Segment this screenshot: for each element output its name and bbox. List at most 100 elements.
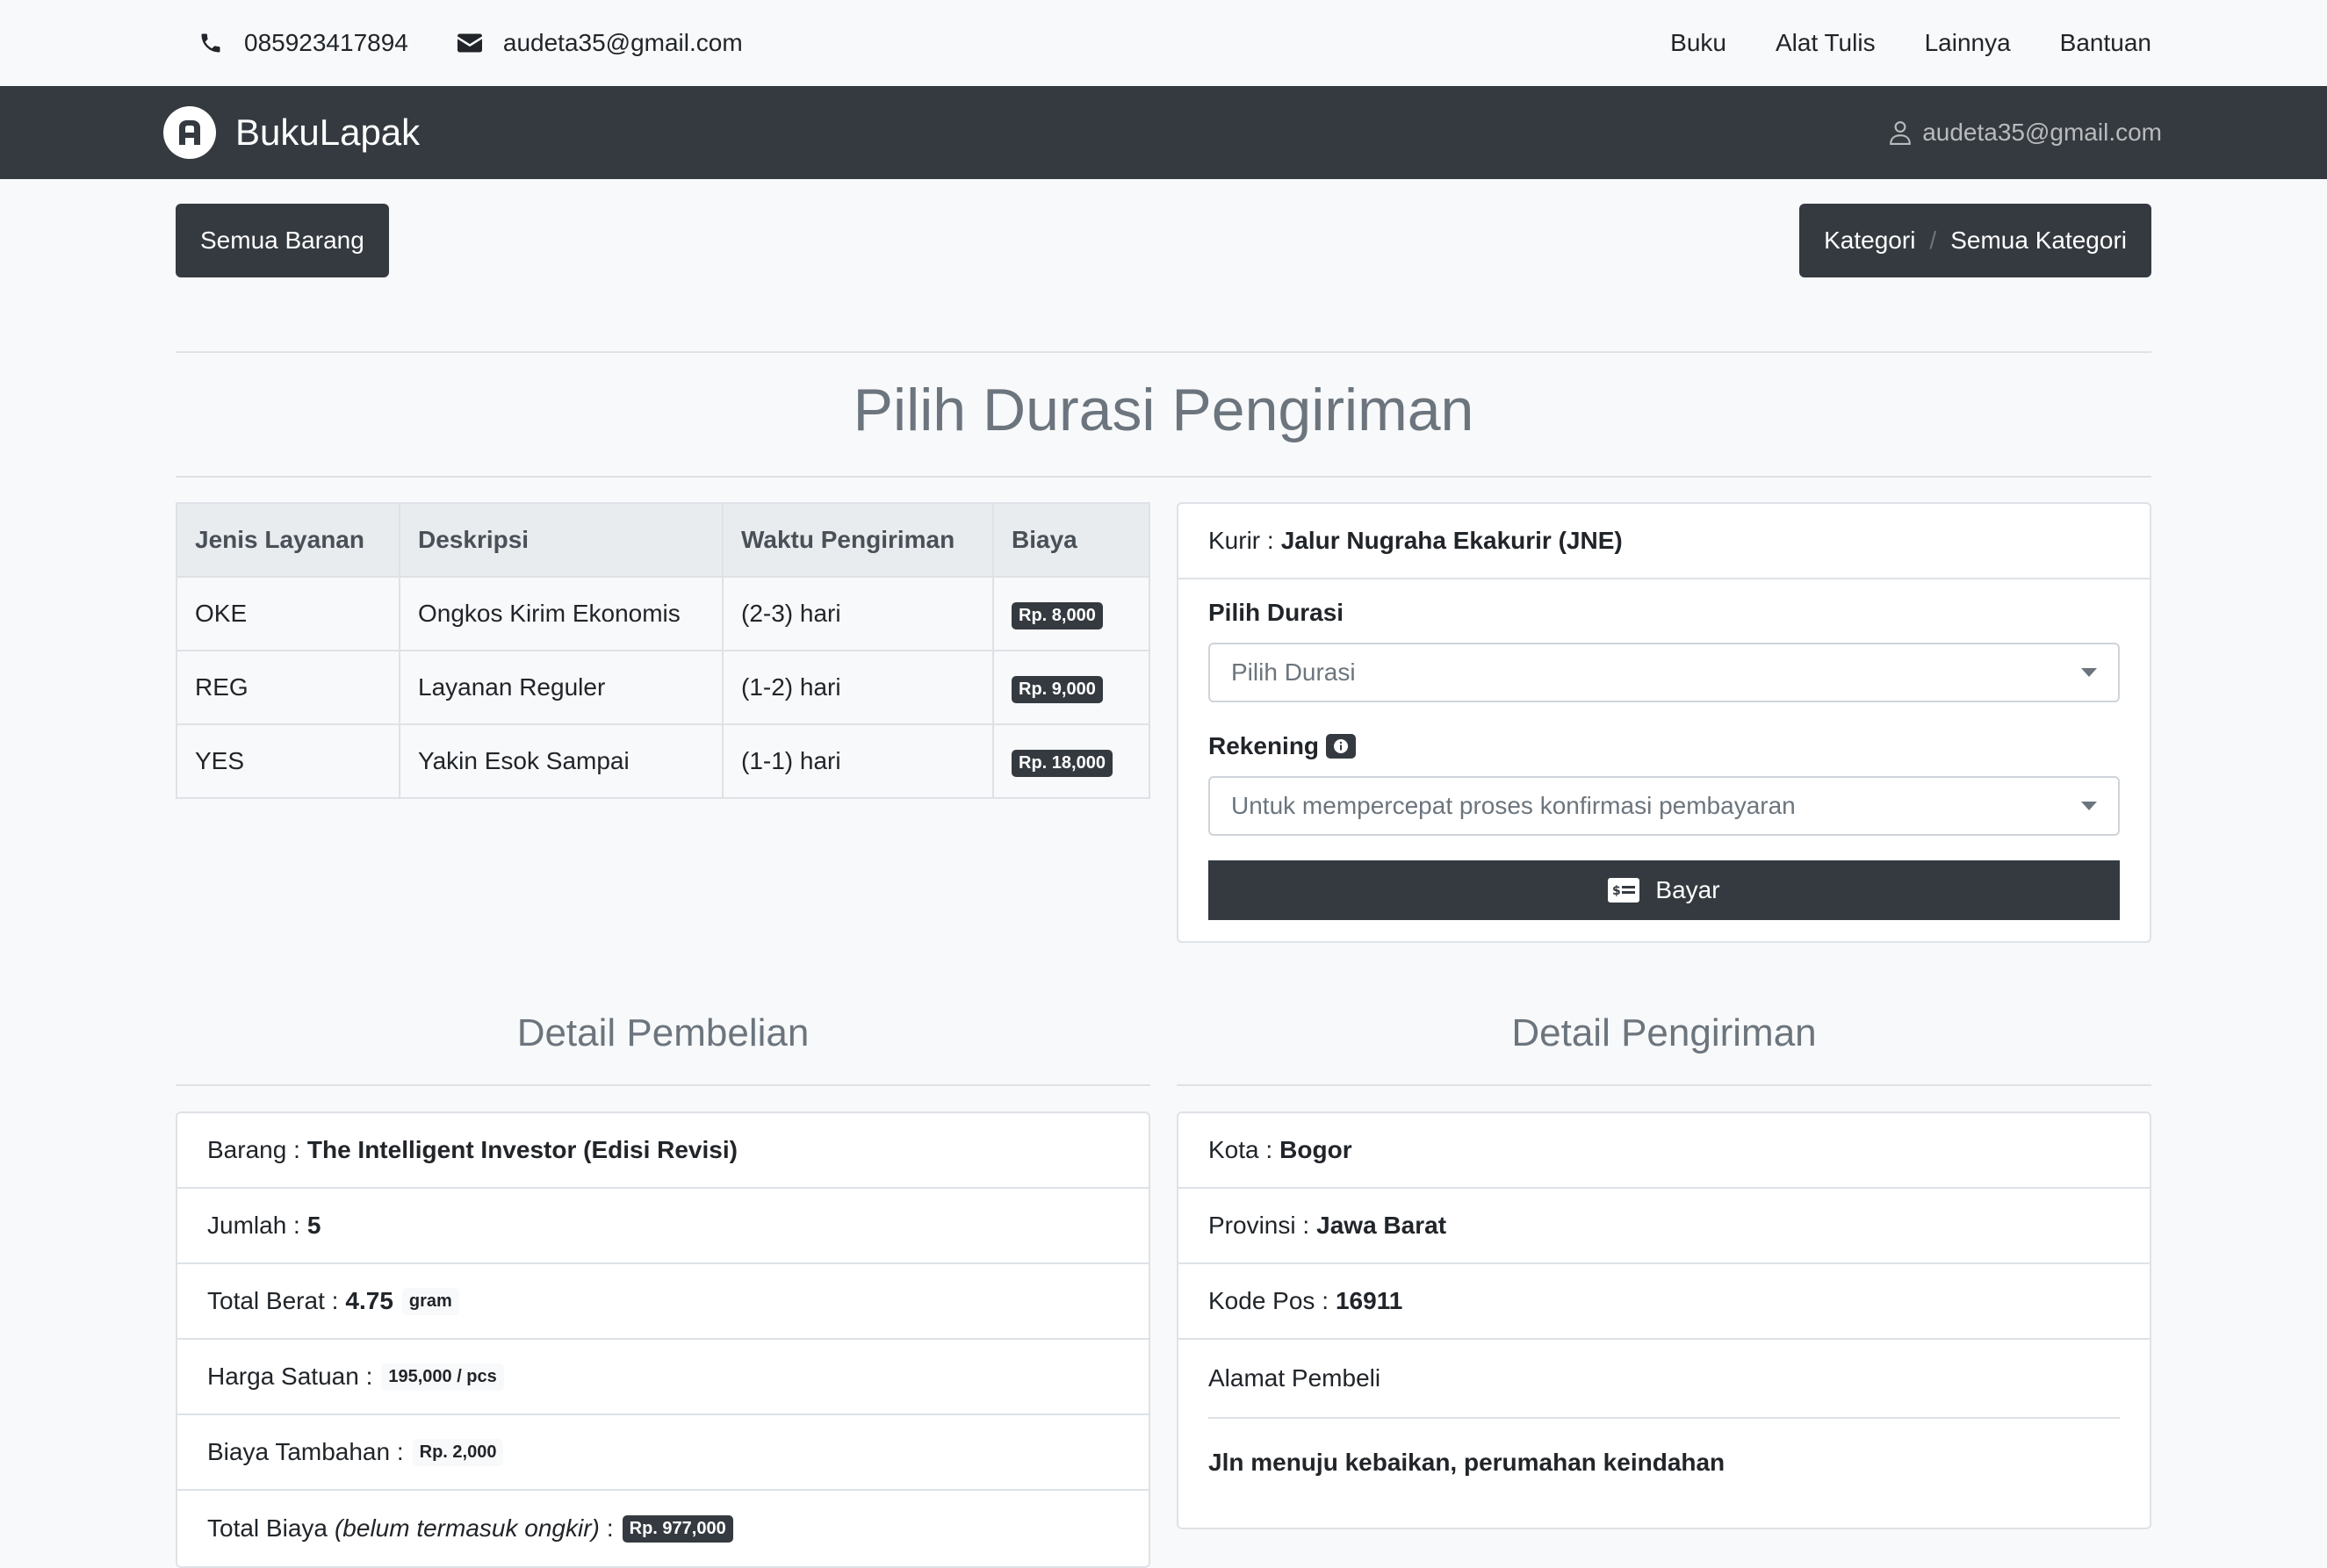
list-item: Provinsi : Jawa Barat <box>1178 1189 2150 1264</box>
top-contact-bar: 085923417894 audeta35@gmail.com Buku Ala… <box>0 0 2327 86</box>
courier-row: Kurir : Jalur Nugraha Ekakurir (JNE) <box>1178 504 2150 579</box>
address-value: Jln menuju kebaikan, perumahan keindahan <box>1208 1449 1725 1476</box>
account-label: Rekening <box>1208 732 1320 759</box>
cost-badge: Rp. 18,000 <box>1012 749 1113 777</box>
item-label: Barang : <box>207 1136 300 1163</box>
money-check-icon: $ <box>1608 878 1640 903</box>
duration-select-placeholder: Pilih Durasi <box>1231 658 1356 686</box>
all-items-button[interactable]: Semua Barang <box>176 204 389 277</box>
breadcrumb-kategori[interactable]: Kategori <box>1824 227 1915 255</box>
qty-value: 5 <box>306 1212 321 1239</box>
user-icon <box>1890 121 1912 145</box>
total-label: Total Biaya <box>207 1514 328 1542</box>
main-navbar: BukuLapak audeta35@gmail.com <box>0 86 2327 179</box>
email-contact: audeta35@gmail.com <box>457 29 743 57</box>
list-item: Harga Satuan : 195,000 / pcs <box>177 1340 1149 1415</box>
shipping-detail-card: Kota : Bogor Provinsi : Jawa Barat Kode … <box>1177 1111 2151 1529</box>
list-item: Total Biaya (belum termasuk ongkir) : Rp… <box>177 1491 1149 1566</box>
contact-info: 085923417894 audeta35@gmail.com <box>198 29 792 57</box>
total-badge: Rp. 977,000 <box>622 1514 733 1543</box>
item-value: The Intelligent Investor (Edisi Revisi) <box>306 1136 738 1163</box>
phone-number: 085923417894 <box>244 29 408 56</box>
table-row: YES Yakin Esok Sampai (1-1) hari Rp. 18,… <box>176 723 1150 799</box>
link-buku[interactable]: Buku <box>1670 29 1726 57</box>
table-row: REG Layanan Reguler (1-2) hari Rp. 9,000 <box>176 650 1150 725</box>
price-label: Harga Satuan : <box>207 1363 373 1390</box>
address-block: Alamat Pembeli Jln menuju kebaikan, peru… <box>1178 1340 2150 1507</box>
header-delivery-time: Waktu Pengiriman <box>722 502 994 578</box>
courier-label: Kurir : <box>1208 527 1274 554</box>
list-item: Total Berat : 4.75 gram <box>177 1264 1149 1340</box>
page-title: Pilih Durasi Pengiriman <box>853 377 1474 443</box>
svg-text:$: $ <box>1612 884 1621 898</box>
header-service: Jenis Layanan <box>176 502 400 578</box>
account-label-row: Rekening <box>1208 732 2120 760</box>
link-alat-tulis[interactable]: Alat Tulis <box>1776 29 1876 57</box>
province-value: Jawa Barat <box>1316 1212 1447 1239</box>
zip-value: 16911 <box>1335 1287 1403 1314</box>
link-bantuan[interactable]: Bantuan <box>2060 29 2151 57</box>
zip-label: Kode Pos : <box>1208 1287 1329 1314</box>
list-item: Biaya Tambahan : Rp. 2,000 <box>177 1415 1149 1491</box>
account-select[interactable]: Untuk mempercepat proses konfirmasi pemb… <box>1208 776 2120 836</box>
pay-button[interactable]: $ Bayar <box>1208 860 2120 920</box>
cell-service: YES <box>176 723 400 799</box>
account-select-placeholder: Untuk mempercepat proses konfirmasi pemb… <box>1231 792 1796 819</box>
city-value: Bogor <box>1279 1136 1352 1163</box>
weight-label: Total Berat : <box>207 1287 339 1314</box>
top-links: Buku Alat Tulis Lainnya Bantuan <box>1621 29 2151 57</box>
breadcrumb-semua-kategori[interactable]: Semua Kategori <box>1950 227 2127 255</box>
cell-service: OKE <box>176 576 400 651</box>
phone-icon <box>201 33 220 53</box>
list-item: Kota : Bogor <box>1178 1113 2150 1189</box>
address-label: Alamat Pembeli <box>1208 1340 2120 1419</box>
list-item: Kode Pos : 16911 <box>1178 1264 2150 1340</box>
user-menu[interactable]: audeta35@gmail.com <box>1889 119 2162 147</box>
chevron-down-icon <box>2081 668 2097 677</box>
info-icon[interactable] <box>1326 734 1357 759</box>
brand-name: BukuLapak <box>235 111 421 153</box>
courier-value: Jalur Nugraha Ekakurir (JNE) <box>1280 527 1623 554</box>
email-address: audeta35@gmail.com <box>502 29 743 56</box>
divider-title <box>176 476 2151 478</box>
cell-time: (1-2) hari <box>722 650 994 725</box>
user-email: audeta35@gmail.com <box>1922 119 2162 146</box>
extra-cost-badge: Rp. 2,000 <box>412 1438 504 1466</box>
list-item: Barang : The Intelligent Investor (Edisi… <box>177 1113 1149 1189</box>
cell-cost: Rp. 9,000 <box>992 650 1150 725</box>
cell-service: REG <box>176 650 400 725</box>
duration-label: Pilih Durasi <box>1208 599 1344 626</box>
cell-description: Layanan Reguler <box>399 650 724 725</box>
total-colon: : <box>606 1514 614 1542</box>
brand[interactable]: BukuLapak <box>163 106 420 159</box>
shipping-service-table: Jenis Layanan Deskripsi Waktu Pengiriman… <box>176 502 1150 799</box>
phone-contact: 085923417894 <box>198 29 408 57</box>
cell-time: (2-3) hari <box>722 576 994 651</box>
chevron-down-icon <box>2081 802 2097 810</box>
courier-form: Pilih Durasi Pilih Durasi Rekening Untuk… <box>1178 579 2150 920</box>
purchase-detail-title: Detail Pembelian <box>516 1011 810 1054</box>
cost-badge: Rp. 8,000 <box>1012 601 1103 629</box>
link-lainnya[interactable]: Lainnya <box>1925 29 2011 57</box>
envelope-icon <box>457 33 482 53</box>
cell-description: Ongkos Kirim Ekonomis <box>399 576 724 651</box>
weight-value: 4.75 <box>345 1287 393 1314</box>
pay-label: Bayar <box>1655 876 1720 903</box>
total-note: (belum termasuk ongkir) <box>334 1514 600 1542</box>
price-badge: 195,000 / pcs <box>381 1363 504 1391</box>
header-cost: Biaya <box>992 502 1150 578</box>
header-description: Deskripsi <box>399 502 724 578</box>
cell-cost: Rp. 18,000 <box>992 723 1150 799</box>
breadcrumb-separator: / <box>1929 227 1937 254</box>
list-item: Jumlah : 5 <box>177 1189 1149 1264</box>
courier-card: Kurir : Jalur Nugraha Ekakurir (JNE) Pil… <box>1177 502 2151 943</box>
table-row: OKE Ongkos Kirim Ekonomis (2-3) hari Rp.… <box>176 576 1150 651</box>
divider-purchase <box>176 1084 1150 1086</box>
cell-time: (1-1) hari <box>722 723 994 799</box>
brand-logo-icon <box>163 106 216 159</box>
duration-select[interactable]: Pilih Durasi <box>1208 643 2120 702</box>
city-label: Kota : <box>1208 1136 1273 1163</box>
cost-badge: Rp. 9,000 <box>1012 675 1103 703</box>
weight-unit-badge: gram <box>401 1287 459 1315</box>
qty-label: Jumlah : <box>207 1212 300 1239</box>
